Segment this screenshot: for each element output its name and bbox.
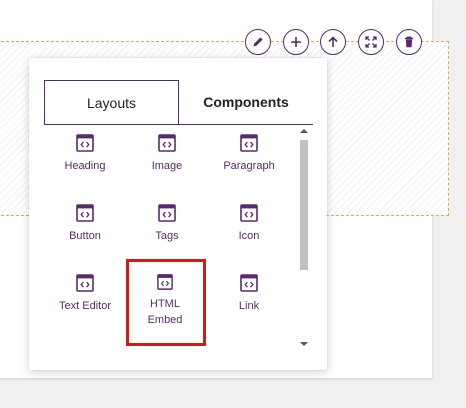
component-label: Heading bbox=[64, 160, 106, 172]
pencil-icon bbox=[253, 37, 263, 47]
expand-icon bbox=[365, 36, 377, 48]
tab-layouts[interactable]: Layouts bbox=[44, 80, 179, 124]
code-window-icon bbox=[240, 204, 258, 222]
code-window-icon bbox=[76, 204, 94, 222]
component-image[interactable]: Image bbox=[126, 124, 208, 188]
expand-button[interactable] bbox=[358, 29, 384, 55]
picker-tabs: Layouts Components bbox=[44, 80, 313, 125]
component-label: Image bbox=[151, 160, 183, 172]
delete-button[interactable] bbox=[396, 29, 422, 55]
component-label: Icon bbox=[238, 230, 260, 242]
component-icon[interactable]: Icon bbox=[208, 194, 290, 258]
code-window-icon bbox=[158, 134, 176, 152]
arrow-up-icon bbox=[328, 36, 338, 47]
code-window-icon bbox=[157, 274, 173, 290]
caret-down-icon bbox=[300, 342, 308, 346]
code-window-icon bbox=[76, 274, 94, 292]
trash-icon bbox=[405, 36, 413, 48]
component-label: HTML Embed bbox=[147, 298, 183, 326]
add-button[interactable] bbox=[283, 29, 309, 55]
element-picker-popup: Layouts Components Heading Image Paragra… bbox=[29, 58, 327, 370]
move-up-button[interactable] bbox=[320, 29, 346, 55]
component-label: Paragraph bbox=[223, 160, 275, 172]
component-html-embed[interactable]: HTML Embed bbox=[126, 264, 204, 328]
component-label: Button bbox=[69, 230, 101, 242]
component-heading[interactable]: Heading bbox=[44, 124, 126, 188]
component-label: Text Editor bbox=[59, 300, 111, 312]
component-text-editor[interactable]: Text Editor bbox=[44, 264, 126, 328]
component-button[interactable]: Button bbox=[44, 194, 126, 258]
tab-components[interactable]: Components bbox=[179, 80, 313, 124]
scroll-down-arrow[interactable] bbox=[298, 339, 310, 349]
code-window-icon bbox=[158, 204, 176, 222]
code-window-icon bbox=[240, 134, 258, 152]
component-link[interactable]: Link bbox=[208, 264, 290, 328]
component-label: Link bbox=[238, 300, 260, 312]
scroll-up-arrow[interactable] bbox=[298, 126, 310, 136]
code-window-icon bbox=[240, 274, 258, 292]
plus-icon bbox=[291, 37, 301, 47]
edit-button[interactable] bbox=[245, 29, 271, 55]
scrollbar-thumb[interactable] bbox=[300, 140, 308, 270]
component-paragraph[interactable]: Paragraph bbox=[208, 124, 290, 188]
scrollbar[interactable] bbox=[298, 126, 310, 349]
component-label: Tags bbox=[155, 230, 179, 242]
component-tags[interactable]: Tags bbox=[126, 194, 208, 258]
caret-up-icon bbox=[300, 129, 308, 133]
components-grid: Heading Image Paragraph Button Tags Icon… bbox=[44, 124, 298, 349]
code-window-icon bbox=[76, 134, 94, 152]
